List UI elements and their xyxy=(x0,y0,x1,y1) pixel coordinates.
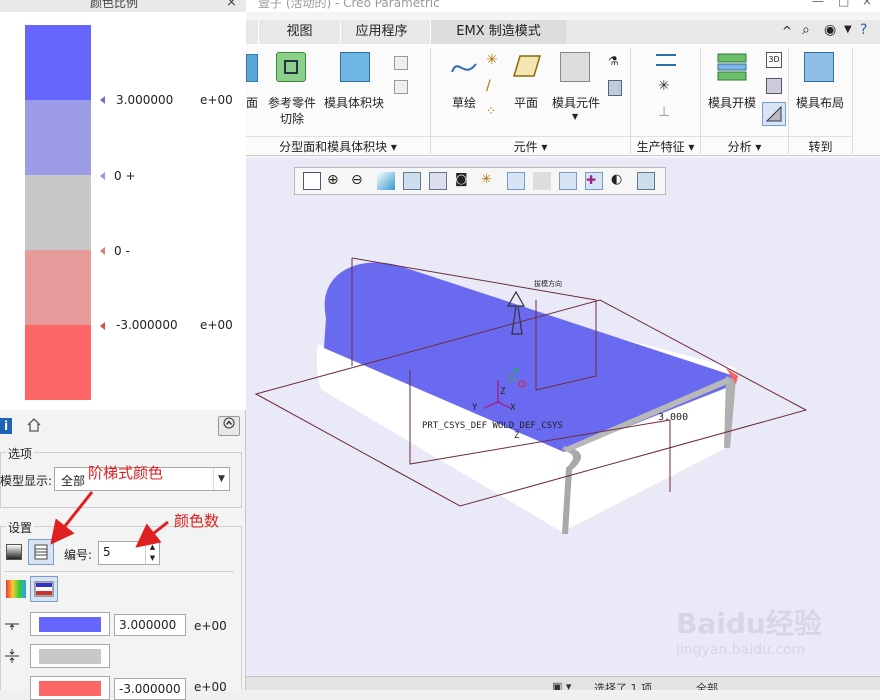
sketch-label[interactable]: 草绘 xyxy=(452,94,476,111)
ref-part-cutout-label[interactable]: 参考零件 xyxy=(268,94,316,111)
group-label-production[interactable]: 生产特征 ▾ xyxy=(631,136,700,156)
chevron-up-icon[interactable]: ^ xyxy=(782,24,792,38)
ejector-pin-icon[interactable]: ⊥ xyxy=(658,104,670,120)
axis-y-label: Y xyxy=(472,403,478,413)
group-label-component[interactable]: 元件 ▾ xyxy=(431,136,630,156)
model-canvas: 拔模方向 Y X Z PRT_CSYS_DEF WOLD_DEF_CSYS Z … xyxy=(254,257,808,534)
parting-surface-icon[interactable] xyxy=(246,54,258,82)
tab-emx[interactable]: EMX 制造模式 xyxy=(430,20,566,44)
minimize-icon[interactable]: — xyxy=(812,0,824,8)
axis-x-label: X xyxy=(510,403,516,413)
3d-icon[interactable]: 3D xyxy=(766,52,782,68)
ref-part-cutout-label-2[interactable]: 切除 xyxy=(280,110,304,127)
group-label-goto[interactable]: 转到 xyxy=(789,136,852,156)
mold-component-icon[interactable] xyxy=(560,52,590,82)
mold-volume-icon[interactable] xyxy=(340,52,370,82)
group-separator xyxy=(852,48,853,156)
baidu-watermark: Baidu经验 jingyan.baidu.com xyxy=(676,602,822,658)
csys-label: PRT_CSYS_DEF WOLD_DEF_CSYS xyxy=(422,421,563,431)
axis-z2-label: Z xyxy=(514,431,520,441)
sketch-icon[interactable] xyxy=(450,54,478,82)
copy-icon[interactable] xyxy=(394,56,408,70)
point-icon[interactable]: / xyxy=(486,78,502,94)
watermark-url: jingyan.baidu.com xyxy=(676,642,806,658)
parting-surface-label[interactable]: 面 xyxy=(246,94,258,111)
csys-icon[interactable]: ⁘ xyxy=(486,104,502,120)
runner-icon[interactable]: ✳ xyxy=(658,78,670,94)
mold-layout-icon[interactable] xyxy=(804,52,834,82)
tab-view[interactable]: 视图 xyxy=(258,20,340,44)
mold-open-label[interactable]: 模具开模 xyxy=(708,94,756,111)
paste-icon[interactable] xyxy=(394,80,408,94)
waterline-icon[interactable] xyxy=(656,54,676,66)
mold-open-icon[interactable] xyxy=(716,52,750,82)
selection-status: 选择了 1 项 xyxy=(594,682,652,690)
filter-select[interactable]: 全部 xyxy=(696,680,718,690)
mold-component-label[interactable]: 模具元件 xyxy=(552,94,600,111)
group-label-parting[interactable]: 分型面和模具体积块 ▾ xyxy=(246,136,430,156)
thickness-icon[interactable] xyxy=(766,78,782,94)
tab-bar: 视图 应用程序 EMX 制造模式 ^ ⌕ ◉ ▼ ? xyxy=(246,20,880,44)
workpiece-icon[interactable] xyxy=(608,80,622,96)
chevron-down-icon[interactable]: ▼ xyxy=(844,24,852,35)
help-question-icon[interactable]: ? xyxy=(860,22,867,38)
casting-icon[interactable]: ⚗ xyxy=(608,54,622,68)
status-bar: ▣ ▾ 选择了 1 项 全部 xyxy=(246,676,880,690)
draft-label: 拔模方向 xyxy=(534,279,562,288)
search-icon[interactable]: ⌕ xyxy=(802,22,810,38)
axis-z-label: Z xyxy=(500,387,506,397)
mold-volume-label[interactable]: 模具体积块 xyxy=(324,94,384,111)
tab-applications[interactable]: 应用程序 xyxy=(340,20,422,44)
maximize-icon[interactable]: □ xyxy=(838,0,849,8)
ref-part-cutout-icon[interactable] xyxy=(276,52,306,82)
close-window-icon[interactable]: × xyxy=(862,0,872,8)
watermark-brand: Baidu经验 xyxy=(676,607,822,640)
status-icon[interactable]: ▣ ▾ xyxy=(552,680,571,690)
window-title: 壹子 (活动的) - Creo Parametric xyxy=(258,0,440,10)
ribbon: 壹子 (活动的) - Creo Parametric — □ × 视图 应用程序… xyxy=(246,0,880,158)
axis-icon[interactable]: ✳ xyxy=(486,52,502,68)
chevron-down-icon[interactable]: ▼ xyxy=(572,112,578,121)
measure-value: 3.000 xyxy=(658,412,688,423)
mold-layout-label[interactable]: 模具布局 xyxy=(796,94,844,111)
help-icon[interactable]: ◉ xyxy=(824,22,836,38)
plane-label[interactable]: 平面 xyxy=(514,94,538,111)
group-label-analysis[interactable]: 分析 ▾ xyxy=(701,136,788,156)
window-title-bar: 壹子 (活动的) - Creo Parametric — □ × xyxy=(246,0,880,12)
plane-icon[interactable] xyxy=(512,54,542,78)
draft-check-button[interactable] xyxy=(762,102,786,126)
graphics-viewport[interactable]: ⊕ ⊖ ◙ ✳ ✚ ◐ 拔模方向 Y X Z PRT_CSYS_DEF WOLD… xyxy=(246,158,880,676)
